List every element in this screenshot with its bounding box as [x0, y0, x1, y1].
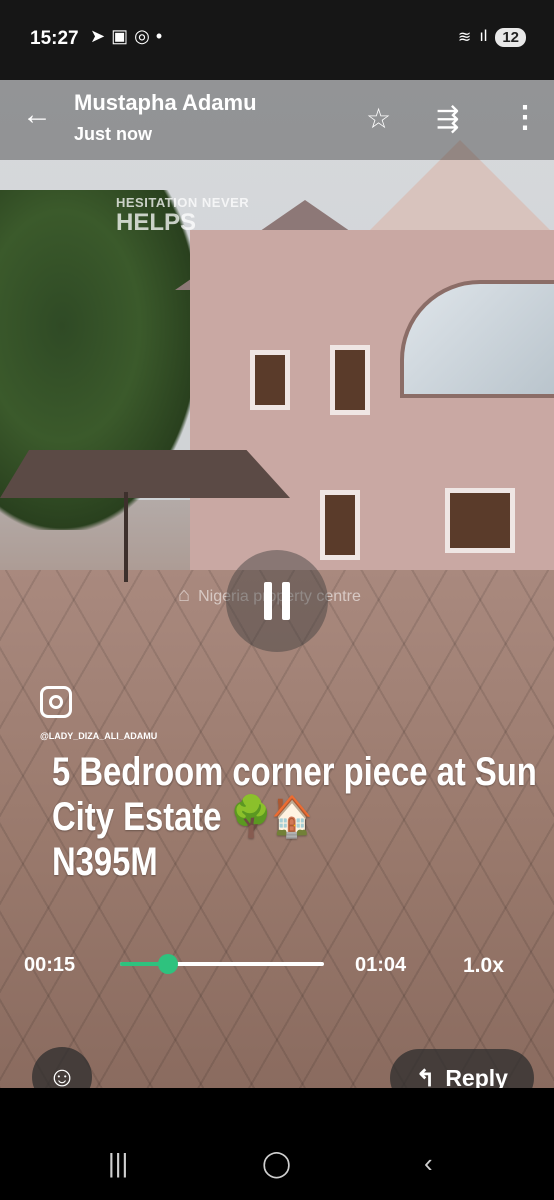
- status-time: 15:27: [30, 28, 79, 49]
- nav-back-icon[interactable]: ‹: [424, 1148, 433, 1179]
- caption-line: City Estate 🌳🏠: [52, 795, 313, 840]
- home-icon[interactable]: ◯: [262, 1148, 291, 1179]
- house-window: [250, 350, 290, 410]
- sender-name: Mustapha Adamu: [74, 90, 257, 115]
- seek-bar-thumb[interactable]: [157, 954, 178, 974]
- seek-bar[interactable]: [120, 954, 324, 974]
- dot-icon: •: [155, 26, 163, 46]
- forward-icon[interactable]: ⇶: [436, 102, 459, 135]
- caption-line: N395M: [52, 840, 158, 885]
- video-overlay-title: HESITATION NEVER HELPS: [116, 196, 249, 235]
- signal-icon: ıl: [479, 28, 488, 45]
- video-canopy-pole: [124, 492, 128, 582]
- star-icon[interactable]: ☆: [366, 102, 391, 135]
- more-options-icon[interactable]: ⋮: [510, 100, 540, 135]
- house-logo-icon: ⌂: [178, 584, 191, 606]
- total-duration: 01:04: [355, 954, 407, 976]
- screenshot-icon: ▣: [111, 26, 129, 46]
- status-system-icons: ≋ ıl 12: [458, 27, 526, 47]
- instagram-icon: [40, 686, 72, 718]
- video-caption: 5 Bedroom corner piece at Sun City Estat…: [52, 750, 537, 886]
- pause-button[interactable]: [226, 550, 328, 652]
- status-notification-icons: ➤ ▣ ◎ •: [90, 26, 162, 47]
- video-canopy: [0, 450, 290, 498]
- pause-icon-bar: [264, 582, 272, 620]
- instagram-handle: @LADY_DIZA_ALI_ADAMU: [40, 731, 158, 741]
- system-nav-bar: [0, 1088, 554, 1200]
- battery-badge: 12: [495, 27, 526, 47]
- house-window: [330, 345, 370, 415]
- house-window: [320, 490, 360, 560]
- telegram-icon: ➤: [90, 26, 106, 46]
- elapsed-time: 00:15: [24, 954, 76, 976]
- house-window: [445, 488, 515, 553]
- recent-apps-icon[interactable]: |||: [108, 1148, 128, 1179]
- back-arrow-icon[interactable]: ←: [22, 98, 52, 132]
- post-time: Just now: [74, 124, 153, 144]
- playback-speed-button[interactable]: 1.0x: [463, 954, 504, 978]
- caption-line: 5 Bedroom corner piece at Sun: [52, 750, 537, 794]
- whatsapp-icon: ◎: [134, 26, 150, 46]
- wifi-icon: ≋: [457, 29, 472, 46]
- overlay-title-line-1: HESITATION NEVER: [116, 195, 250, 210]
- overlay-title-line-2: HELPS: [116, 209, 197, 236]
- pause-icon-bar: [282, 582, 290, 620]
